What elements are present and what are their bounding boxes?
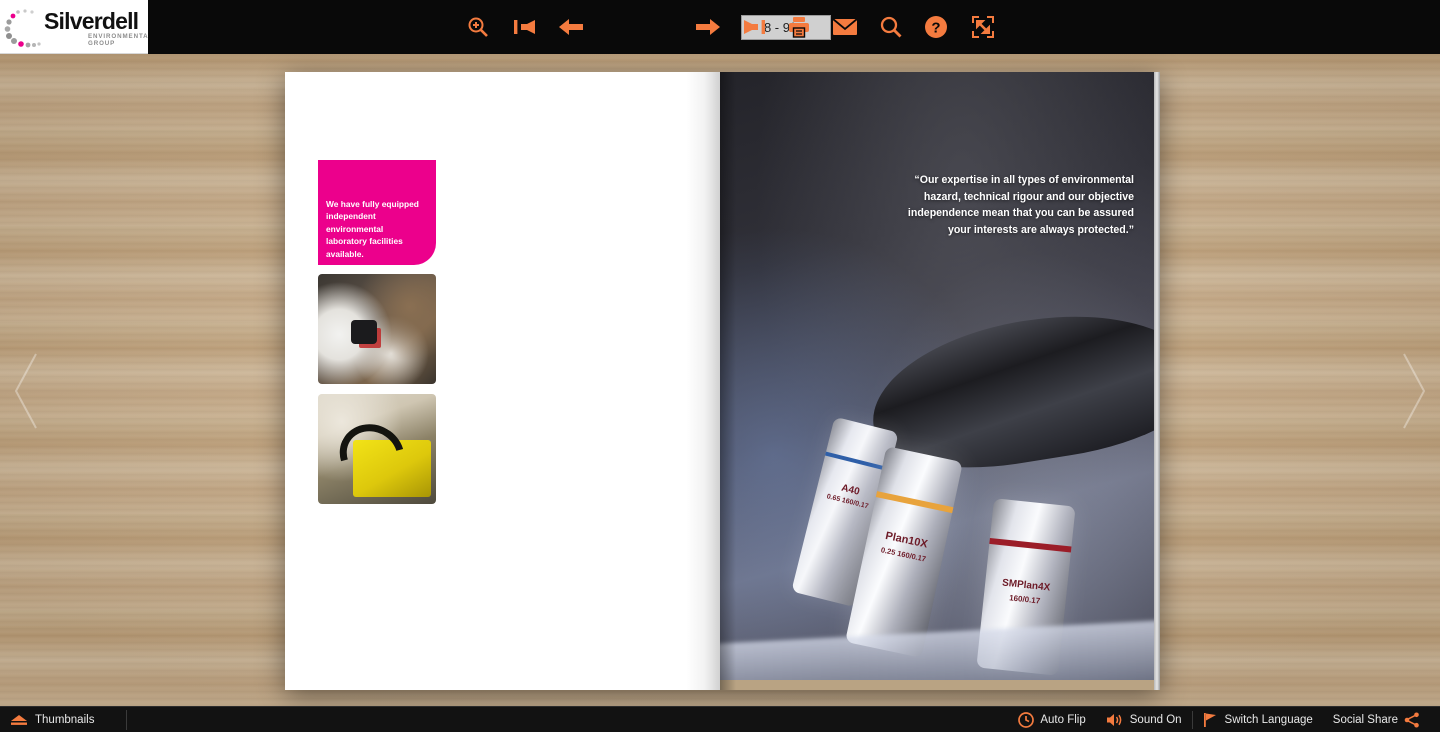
speaker-icon [1106, 714, 1122, 726]
page-fold-shadow-left [686, 72, 720, 690]
auto-flip-label: Auto Flip [1040, 714, 1086, 726]
switch-language-button[interactable]: Switch Language [1193, 707, 1323, 732]
bottom-toolbar: Thumbnails Auto Flip Sound On Switch Lan… [0, 706, 1440, 732]
switch-language-label: Switch Language [1224, 714, 1313, 726]
photo-equipment [318, 394, 436, 504]
bottom-right-controls: Auto Flip Sound On Switch Language Socia… [1008, 707, 1430, 732]
clock-icon [1018, 712, 1035, 728]
search-icon[interactable] [876, 12, 906, 42]
auto-flip-button[interactable]: Auto Flip [1008, 707, 1095, 732]
flag-icon [1203, 713, 1216, 727]
social-share-button[interactable]: Social Share [1323, 707, 1430, 732]
email-icon[interactable] [830, 12, 860, 42]
share-icon [1404, 712, 1419, 728]
help-icon[interactable]: ? [921, 12, 951, 42]
viewer-stage: We have fully equipped independent envir… [0, 54, 1440, 706]
logo-graphic: Silverdell ENVIRONMENTAL GROUP [0, 0, 148, 53]
zoom-in-icon[interactable] [463, 12, 493, 42]
thumbnails-button[interactable]: Thumbnails [10, 707, 94, 732]
flipbook[interactable]: We have fully equipped independent envir… [285, 72, 1160, 690]
toolbar-buttons: 8 - 9/30 ? [148, 0, 1440, 54]
svg-text:?: ? [931, 20, 940, 37]
callout-box: We have fully equipped independent envir… [318, 160, 436, 265]
logo-tagline: ENVIRONMENTAL GROUP [88, 33, 148, 47]
print-icon[interactable] [784, 12, 814, 42]
microscope-photo: A40 0.65 160/0.17 Plan10X 0.25 160/0.17 … [720, 72, 1160, 690]
previous-page-icon[interactable] [556, 12, 586, 42]
logo-wordmark: Silverdell [44, 8, 139, 34]
toolbar-divider [126, 710, 127, 730]
thumbnails-icon [11, 715, 27, 725]
first-page-icon[interactable] [510, 12, 540, 42]
page-edge [1154, 72, 1160, 690]
next-page-arrow[interactable] [1392, 346, 1432, 436]
prev-page-arrow[interactable] [8, 346, 48, 436]
last-page-icon[interactable] [739, 12, 769, 42]
logo-dots-icon [4, 9, 41, 48]
next-page-icon[interactable] [693, 12, 723, 42]
brand-logo[interactable]: Silverdell ENVIRONMENTAL GROUP [0, 0, 148, 54]
thumbnails-label: Thumbnails [35, 714, 95, 726]
photo-sampling [318, 274, 436, 384]
right-page[interactable]: A40 0.65 160/0.17 Plan10X 0.25 160/0.17 … [720, 72, 1160, 690]
pull-quote: “Our expertise in all types of environme… [907, 174, 1134, 236]
sound-toggle-button[interactable]: Sound On [1096, 707, 1192, 732]
top-toolbar: Silverdell ENVIRONMENTAL GROUP 8 - 9/30 [0, 0, 1440, 54]
fullscreen-icon[interactable] [968, 12, 998, 42]
social-share-label: Social Share [1332, 714, 1398, 726]
left-page[interactable]: We have fully equipped independent envir… [285, 72, 720, 690]
sound-label: Sound On [1129, 714, 1182, 726]
photo-bottom-edge [720, 680, 1160, 690]
